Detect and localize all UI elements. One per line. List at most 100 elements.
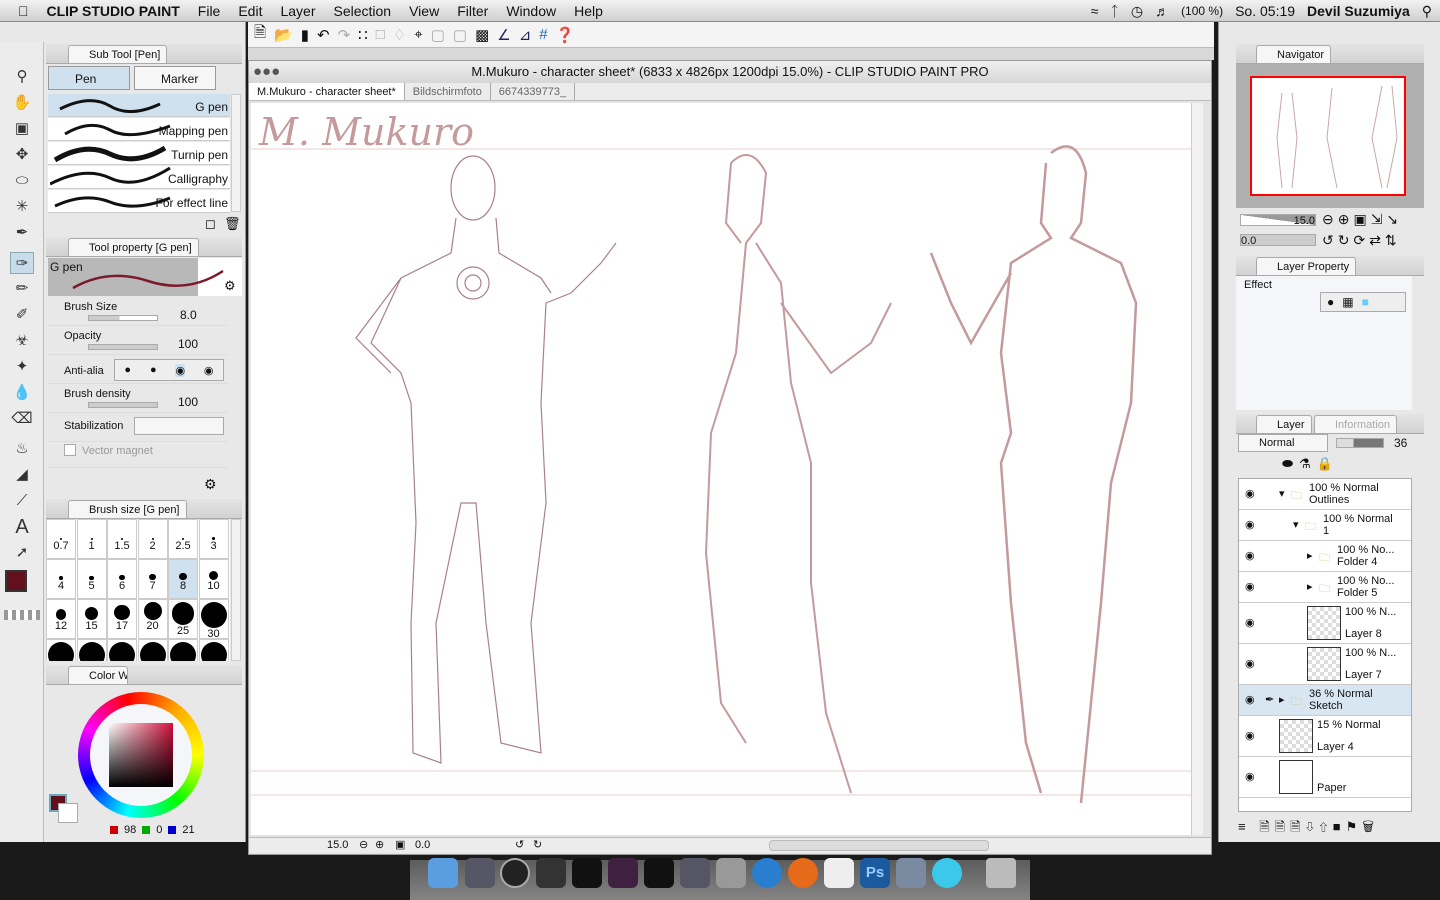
brush-size-option[interactable] <box>46 639 76 661</box>
menu-edit[interactable]: Edit <box>229 3 271 19</box>
layer-lock-buttons[interactable]: ⬬⚗🔒 <box>1238 456 1418 474</box>
brushsize-tab[interactable]: Brush size [G pen] <box>68 500 187 518</box>
brush-size-option[interactable]: 3 <box>198 519 229 559</box>
brush-size-option[interactable]: 10 <box>198 559 229 599</box>
help-icon[interactable]: ❓ <box>556 26 575 44</box>
toolprop-tab[interactable]: Tool property [G pen] <box>68 238 199 256</box>
brush-size-option[interactable]: 6 <box>107 559 137 599</box>
antialias-strong-icon[interactable]: ◉ <box>204 364 214 377</box>
folder-expand-icon[interactable]: ▾ <box>1279 487 1285 500</box>
navigator-zoom-slider[interactable]: 15.0 <box>1240 214 1316 227</box>
visibility-eye-icon[interactable]: ◉ <box>1245 580 1255 593</box>
window-controls[interactable]: ●●● <box>253 61 280 83</box>
clear-icon[interactable]: ▢ <box>431 26 445 44</box>
brush-size-option[interactable]: 2.5 <box>168 519 198 559</box>
horizontal-scrollbar[interactable] <box>769 840 989 851</box>
navigator-tab[interactable]: Navigator <box>1256 45 1332 63</box>
layer-row[interactable]: ◉ 15 % Normal Layer 4 <box>1239 716 1411 757</box>
blend-mode-select[interactable]: Normal <box>1238 434 1328 452</box>
marker-group-button[interactable]: Marker <box>134 66 216 90</box>
menu-filter[interactable]: Filter <box>448 3 497 19</box>
brush-size-option[interactable]: 1 <box>76 519 107 559</box>
blend-tool-icon[interactable]: 💧 <box>10 382 34 404</box>
dashboard-icon[interactable] <box>500 858 530 888</box>
navigator-view[interactable] <box>1236 64 1424 208</box>
brush-settings-icon[interactable]: ⚙ <box>224 278 236 294</box>
navigator-rotation-slider[interactable]: 0.0 <box>1240 234 1316 247</box>
visibility-eye-icon[interactable]: ◉ <box>1245 487 1255 500</box>
help-app-icon[interactable] <box>536 858 566 888</box>
visibility-eye-icon[interactable]: ◉ <box>1245 770 1255 783</box>
clear-outside-icon[interactable]: ▢ <box>453 26 467 44</box>
layer-row[interactable]: ◉ ▾ 🗀 100 % Normal 1 <box>1239 510 1411 541</box>
stabilization-slider[interactable] <box>134 417 224 435</box>
layer-opacity-value[interactable]: 36 <box>1394 436 1407 450</box>
special-ruler-icon[interactable]: ⊿ <box>519 26 532 44</box>
visibility-eye-icon[interactable]: ◉ <box>1245 518 1255 531</box>
layer-row[interactable]: ◉ ▸ 🗀 ✒ 36 % Normal Sketch <box>1239 685 1411 716</box>
move-tool-icon[interactable]: ✥ <box>10 144 34 166</box>
layer-opacity-slider[interactable] <box>1336 438 1384 448</box>
antialias-weak-icon[interactable]: ● <box>150 364 157 376</box>
rotate-right-icon[interactable]: ↻ <box>533 838 542 851</box>
folder-expand-icon[interactable]: ▸ <box>1307 580 1313 593</box>
operation-tool-icon[interactable]: ▣ <box>10 118 34 140</box>
fill-tool-icon[interactable]: ♨ <box>10 438 34 460</box>
brush-size-option[interactable] <box>168 639 198 661</box>
brush-density-slider[interactable] <box>88 402 158 408</box>
saturation-value-square[interactable] <box>109 723 173 787</box>
system-preferences-icon[interactable] <box>716 858 746 888</box>
rotate-left-icon[interactable]: ↺ <box>515 838 524 851</box>
preview-icon[interactable] <box>896 858 926 888</box>
layer-row[interactable]: ◉ 100 % N... Layer 8 <box>1239 603 1411 644</box>
sub-color[interactable] <box>58 803 78 823</box>
redo-icon[interactable]: ↷ <box>338 26 351 44</box>
zoom-in-icon[interactable]: ⊕ <box>375 838 384 851</box>
bluetooth-icon[interactable]: ᛏ <box>1110 3 1118 19</box>
brush-size-option[interactable]: 5 <box>76 559 107 599</box>
brush-size-option[interactable]: 20 <box>137 599 168 639</box>
save-icon[interactable]: ▮ <box>301 26 309 44</box>
zoom-value[interactable]: 15.0 <box>327 839 348 851</box>
layer-row[interactable]: ◉ ▸ 🗀 100 % No... Folder 5 <box>1239 572 1411 603</box>
pencil-tool-icon[interactable]: ✏ <box>10 278 34 300</box>
vertical-scrollbar[interactable] <box>1191 103 1203 835</box>
battery-status[interactable]: (100 %) <box>1181 4 1223 18</box>
menu-layer[interactable]: Layer <box>271 3 324 19</box>
text-tool-icon[interactable]: A <box>10 516 34 538</box>
firefox-icon[interactable] <box>788 858 818 888</box>
brush-size-option[interactable]: 12 <box>46 599 76 639</box>
visibility-eye-icon[interactable]: ◉ <box>1245 693 1255 706</box>
transparent-color-swatch[interactable] <box>4 610 40 620</box>
fill-selection-icon[interactable]: ♢ <box>393 26 406 44</box>
layer-row[interactable]: ◉ ▾ 🗀 100 % Normal Outlines <box>1239 479 1411 510</box>
layer-panel-buttons[interactable]: ≡ 🗎🗎🗎⇩⇧■⚑🗑 <box>1238 818 1418 838</box>
grid-snap-icon[interactable]: # <box>539 26 547 43</box>
antialias-none-icon[interactable]: ● <box>124 364 131 376</box>
open-icon[interactable]: 📂 <box>274 26 293 44</box>
brush-size-option[interactable]: 30 <box>198 599 229 640</box>
clip-studio-icon[interactable] <box>824 858 854 888</box>
trash-icon[interactable] <box>986 858 1016 888</box>
visibility-eye-icon[interactable]: ◉ <box>1245 549 1255 562</box>
undo-icon[interactable]: ↶ <box>317 26 330 44</box>
menu-view[interactable]: View <box>400 3 448 19</box>
itunes-icon[interactable] <box>752 858 782 888</box>
new-icon[interactable]: 🗎 <box>254 22 266 47</box>
app-icon[interactable] <box>680 858 710 888</box>
crop-icon[interactable]: □ <box>376 26 385 43</box>
photo-app-icon[interactable] <box>465 858 495 888</box>
opacity-value[interactable]: 100 <box>178 337 198 351</box>
folder-expand-icon[interactable]: ▸ <box>1279 693 1285 706</box>
vector-magnet-checkbox[interactable] <box>64 444 76 456</box>
app-icon[interactable] <box>608 858 638 888</box>
canvas[interactable]: M. Mukuro <box>251 103 1191 835</box>
brush-size-option[interactable] <box>76 639 107 661</box>
clock[interactable]: So. 05:19 <box>1235 3 1295 19</box>
app-icon[interactable] <box>644 858 674 888</box>
brush-size-option[interactable]: 4 <box>46 559 76 599</box>
layer-row[interactable]: ◉ Paper <box>1239 757 1411 798</box>
folder-expand-icon[interactable]: ▸ <box>1307 549 1313 562</box>
brush-size-option[interactable]: 2 <box>137 519 168 559</box>
opacity-slider[interactable] <box>88 344 158 350</box>
